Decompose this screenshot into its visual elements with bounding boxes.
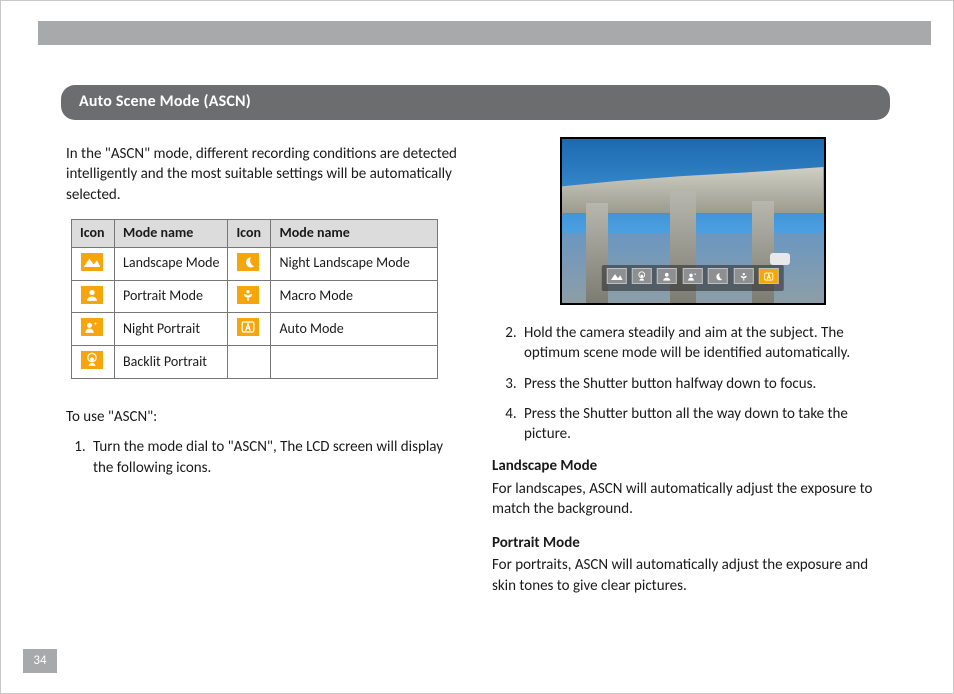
to-use-label: To use "ASCN": [61,407,462,427]
mode-name-cell: Auto Mode [271,313,438,346]
content-columns: In the "ASCN" mode, different recording … [61,129,893,643]
th-icon: Icon [72,219,115,247]
table-row: Backlit Portrait [72,346,438,379]
macro-icon [733,268,753,284]
table-header-row: Icon Mode name Icon Mode name [72,219,438,247]
car [770,253,790,265]
mode-name-cell: Backlit Portrait [115,346,228,379]
table-row: Night Portrait Auto Mode [72,313,438,346]
step-item: Press the Shutter button halfway down to… [520,374,893,394]
landscape-icon [606,268,626,284]
step-item: Hold the camera steadily and aim at the … [520,323,893,364]
steps-right: Hold the camera steadily and aim at the … [492,323,893,444]
manual-page: Auto Scene Mode (ASCN) In the "ASCN" mod… [0,0,954,694]
portrait-mode-text: For portraits, ASCN will automatically a… [492,555,893,596]
auto-a-icon [759,268,779,284]
mode-name-cell: Portrait Mode [115,280,228,313]
mode-name-cell: Macro Mode [271,280,438,313]
steps-left: Turn the mode dial to "ASCN", The LCD sc… [61,437,462,478]
th-mode-name: Mode name [271,219,438,247]
night-portrait-icon [683,268,703,284]
intro-text: In the "ASCN" mode, different recording … [61,144,462,205]
moon-icon [708,268,728,284]
landscape-mode-text: For landscapes, ASCN will automatically … [492,479,893,520]
mode-name-cell: Night Landscape Mode [271,247,438,280]
table-row: Portrait Mode Macro Mode [72,280,438,313]
step-item: Press the Shutter button all the way dow… [520,404,893,445]
mode-name-cell: Night Portrait [115,313,228,346]
portrait-icon [80,285,104,305]
moon-icon [236,252,260,272]
right-column: Hold the camera steadily and aim at the … [492,129,893,643]
backlit-portrait-icon [632,268,652,284]
page-number: 34 [33,652,46,670]
top-rule [38,21,931,45]
table-row: Landscape Mode Night Landscape Mode [72,247,438,280]
mode-name-cell [271,346,438,379]
on-screen-icon-strip [601,265,783,291]
step-item: Turn the mode dial to "ASCN", The LCD sc… [89,437,462,478]
portrait-mode-heading: Portrait Mode [492,533,893,553]
portrait-icon [657,268,677,284]
page-number-badge: 34 [23,649,57,673]
section-title: Auto Scene Mode (ASCN) [79,92,251,111]
mode-table: Icon Mode name Icon Mode name Landscape … [71,219,438,379]
left-column: In the "ASCN" mode, different recording … [61,129,462,643]
th-mode-name: Mode name [115,219,228,247]
backlit-portrait-icon [80,350,104,370]
section-title-bar: Auto Scene Mode (ASCN) [61,85,890,120]
landscape-icon [80,252,104,272]
lcd-preview-illustration [560,137,826,305]
landscape-mode-heading: Landscape Mode [492,456,893,476]
empty-cell [228,346,271,379]
mode-name-cell: Landscape Mode [115,247,228,280]
macro-icon [236,285,260,305]
th-icon: Icon [228,219,271,247]
night-portrait-icon [80,317,104,337]
auto-a-icon [236,317,260,337]
